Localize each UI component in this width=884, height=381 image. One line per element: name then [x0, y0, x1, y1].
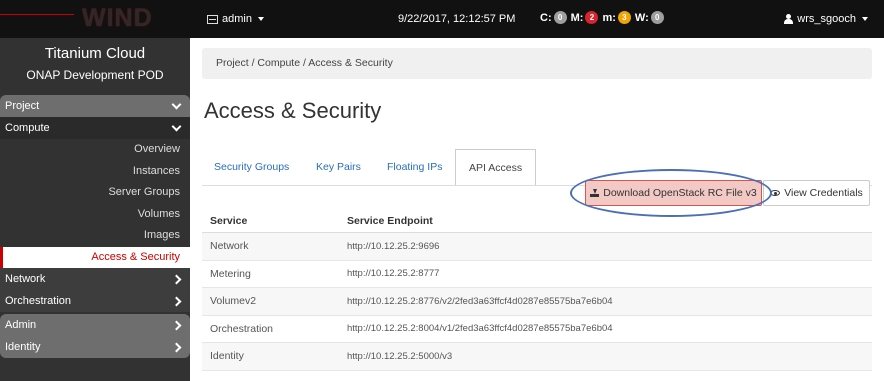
- sidebar-dashboard-admin-label: Admin: [5, 319, 37, 331]
- chevron-down-icon: [171, 99, 182, 109]
- page-title: Access & Security: [204, 98, 382, 123]
- alarm-critical-label: C:: [540, 11, 552, 24]
- region-name: ONAP Development POD: [26, 68, 164, 82]
- view-credentials-label: View Credentials: [784, 187, 863, 199]
- sidebar-panel-orchestration[interactable]: Orchestration: [0, 290, 190, 312]
- alarm-warning[interactable]: W: 0: [635, 11, 664, 24]
- user-icon: [784, 14, 794, 24]
- top-navbar: WIND admin 9/22/2017, 12:12:57 PM C: 0 M…: [0, 0, 884, 38]
- alarm-critical[interactable]: C: 0: [540, 11, 567, 24]
- alarm-warning-label: W:: [634, 11, 649, 24]
- alarm-warning-badge: 0: [650, 11, 664, 24]
- chevron-right-icon: [171, 342, 182, 352]
- alarm-major[interactable]: M: 2: [571, 11, 599, 24]
- breadcrumb: Project / Compute / Access & Security: [202, 48, 872, 79]
- api-endpoints-table: Service Service Endpoint Network http://…: [202, 209, 872, 371]
- table-row: Volumev2 http://10.12.25.2:8776/v2/2fed3…: [202, 288, 872, 316]
- tab-key-pairs[interactable]: Key Pairs: [316, 149, 361, 185]
- cloud-title: Titanium Cloud: [44, 45, 146, 62]
- sidebar-dashboard-admin[interactable]: Admin: [0, 314, 190, 336]
- logo-accent-line: [0, 14, 74, 15]
- tab-security-groups[interactable]: Security Groups: [214, 149, 289, 185]
- service-cell: Volumev2: [210, 295, 257, 308]
- sidebar-dashboard-identity-label: Identity: [5, 341, 41, 353]
- endpoint-cell: http://10.12.25.2:5000/v3: [347, 350, 453, 362]
- eye-icon: [770, 190, 781, 196]
- service-cell: Network: [210, 240, 249, 253]
- table-row: Metering http://10.12.25.2:8777: [202, 261, 872, 288]
- sidebar-panel-compute-label: Compute: [5, 122, 50, 134]
- chevron-right-icon: [171, 320, 182, 330]
- column-header-endpoint: Service Endpoint: [347, 214, 433, 227]
- user-name: wrs_sgooch: [797, 13, 856, 25]
- system-clock: 9/22/2017, 12:12:57 PM: [398, 13, 516, 25]
- alarm-summary: C: 0 M: 2 m: 3 W: 0: [540, 11, 668, 24]
- column-header-service: Service: [210, 214, 248, 227]
- caret-down-icon: [257, 17, 264, 21]
- alarm-critical-badge: 0: [553, 11, 567, 24]
- download-icon: [590, 189, 600, 197]
- service-cell: Identity: [210, 350, 244, 363]
- table-row: Identity http://10.12.25.2:5000/v3: [202, 343, 872, 371]
- endpoint-cell: http://10.12.25.2:8776/v2/2fed3a63ffcf4d…: [347, 295, 613, 307]
- sidebar-panel-network-label: Network: [5, 273, 46, 285]
- sidebar-dashboard-project-label: Project: [5, 100, 40, 112]
- project-name: admin: [222, 13, 252, 25]
- endpoint-cell: http://10.12.25.2:8777: [347, 268, 440, 280]
- project-icon: [207, 14, 218, 24]
- sidebar-panel-compute[interactable]: Compute: [0, 117, 190, 139]
- sidebar-item-access-security[interactable]: Access & Security: [0, 246, 190, 268]
- endpoint-cell: http://10.12.25.2:9696: [347, 240, 440, 252]
- service-cell: Orchestration: [210, 322, 274, 335]
- sidebar-item-overview[interactable]: Overview: [0, 139, 190, 161]
- sidebar-item-instances[interactable]: Instances: [0, 160, 190, 182]
- sidebar: Titanium Cloud ONAP Development POD Proj…: [0, 38, 190, 381]
- chevron-right-icon: [171, 274, 182, 284]
- project-selector[interactable]: admin: [207, 13, 264, 25]
- main-content: Project / Compute / Access & Security Ac…: [190, 38, 884, 381]
- table-row: Network http://10.12.25.2:9696: [202, 233, 872, 261]
- sidebar-nav: Project Compute Overview Instances Serve…: [0, 95, 190, 358]
- chevron-down-icon: [171, 121, 182, 131]
- sidebar-panel-orchestration-label: Orchestration: [5, 295, 72, 307]
- sidebar-item-volumes[interactable]: Volumes: [0, 203, 190, 225]
- download-rc-file-button[interactable]: Download OpenStack RC File v3: [585, 180, 762, 206]
- tab-floating-ips[interactable]: Floating IPs: [387, 149, 442, 185]
- table-header: Service Service Endpoint: [202, 209, 872, 233]
- tab-api-access[interactable]: API Access: [455, 149, 537, 186]
- logo[interactable]: WIND: [0, 0, 190, 38]
- alarm-minor-badge: 3: [617, 11, 631, 24]
- sidebar-panel-network[interactable]: Network: [0, 268, 190, 290]
- alarm-major-label: M:: [570, 11, 584, 24]
- alarm-major-badge: 2: [585, 11, 599, 24]
- sidebar-item-server-groups[interactable]: Server Groups: [0, 182, 190, 204]
- table-row: Orchestration http://10.12.25.2:8004/v1/…: [202, 316, 872, 343]
- alarm-minor[interactable]: m: 3: [602, 11, 631, 24]
- view-credentials-button[interactable]: View Credentials: [763, 180, 870, 206]
- sidebar-dashboard-identity[interactable]: Identity: [0, 336, 190, 358]
- endpoint-cell: http://10.12.25.2:8004/v1/2fed3a63ffcf4d…: [347, 323, 613, 335]
- logo-text: WIND: [82, 4, 153, 32]
- user-menu[interactable]: wrs_sgooch: [784, 13, 868, 25]
- chevron-right-icon: [171, 296, 182, 306]
- sidebar-item-images[interactable]: Images: [0, 225, 190, 247]
- download-rc-file-label: Download OpenStack RC File v3: [603, 187, 757, 199]
- service-cell: Metering: [210, 267, 251, 280]
- alarm-minor-label: m:: [602, 11, 616, 24]
- caret-down-icon: [862, 17, 868, 21]
- sidebar-dashboard-project[interactable]: Project: [0, 95, 190, 117]
